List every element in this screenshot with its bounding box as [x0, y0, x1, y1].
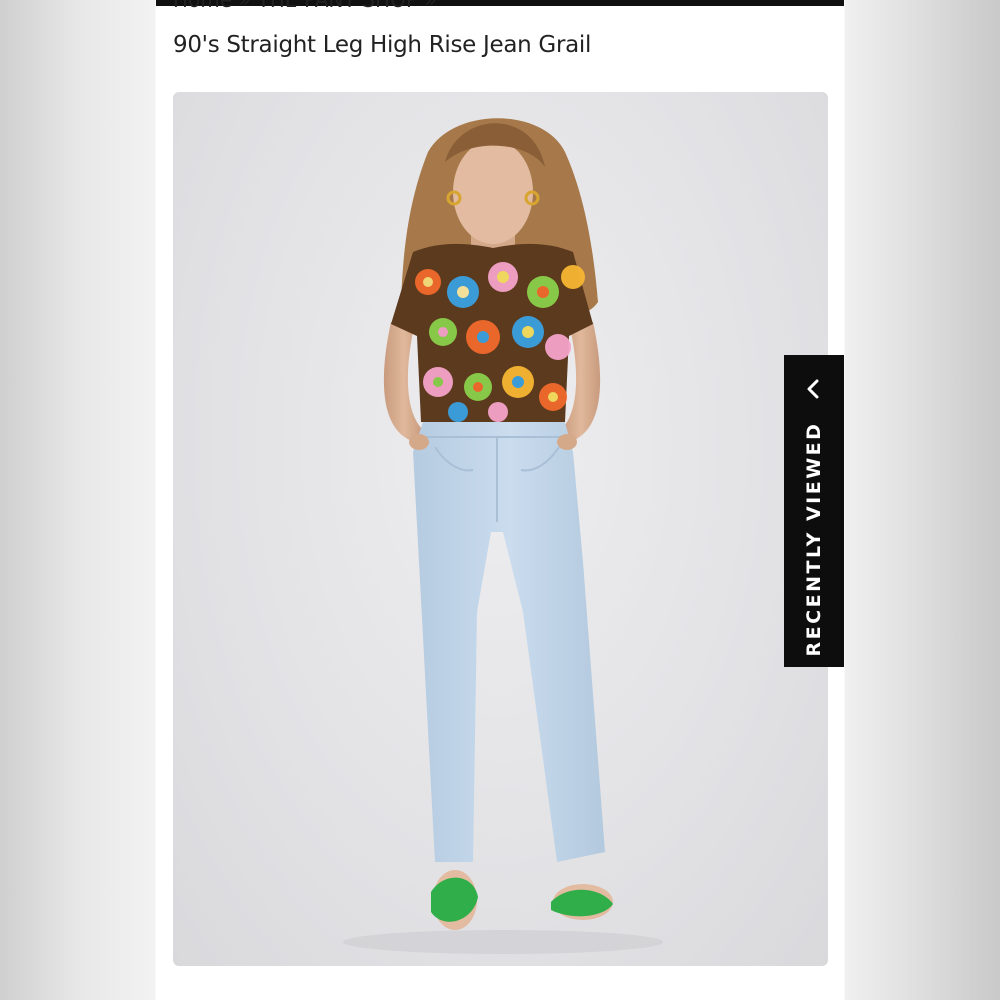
recently-viewed-tab[interactable]: RECENTLY VIEWED [784, 355, 844, 667]
product-title: 90's Straight Leg High Rise Jean Grail [173, 32, 592, 58]
chevron-left-icon [807, 379, 819, 399]
model-illustration [343, 118, 663, 954]
recently-viewed-label: RECENTLY VIEWED [803, 421, 825, 657]
breadcrumb[interactable]: Home » THE PANT SHOP » [173, 0, 437, 13]
product-image[interactable] [173, 92, 828, 966]
product-page: Home » THE PANT SHOP » 90's Straight Leg… [156, 0, 844, 1000]
